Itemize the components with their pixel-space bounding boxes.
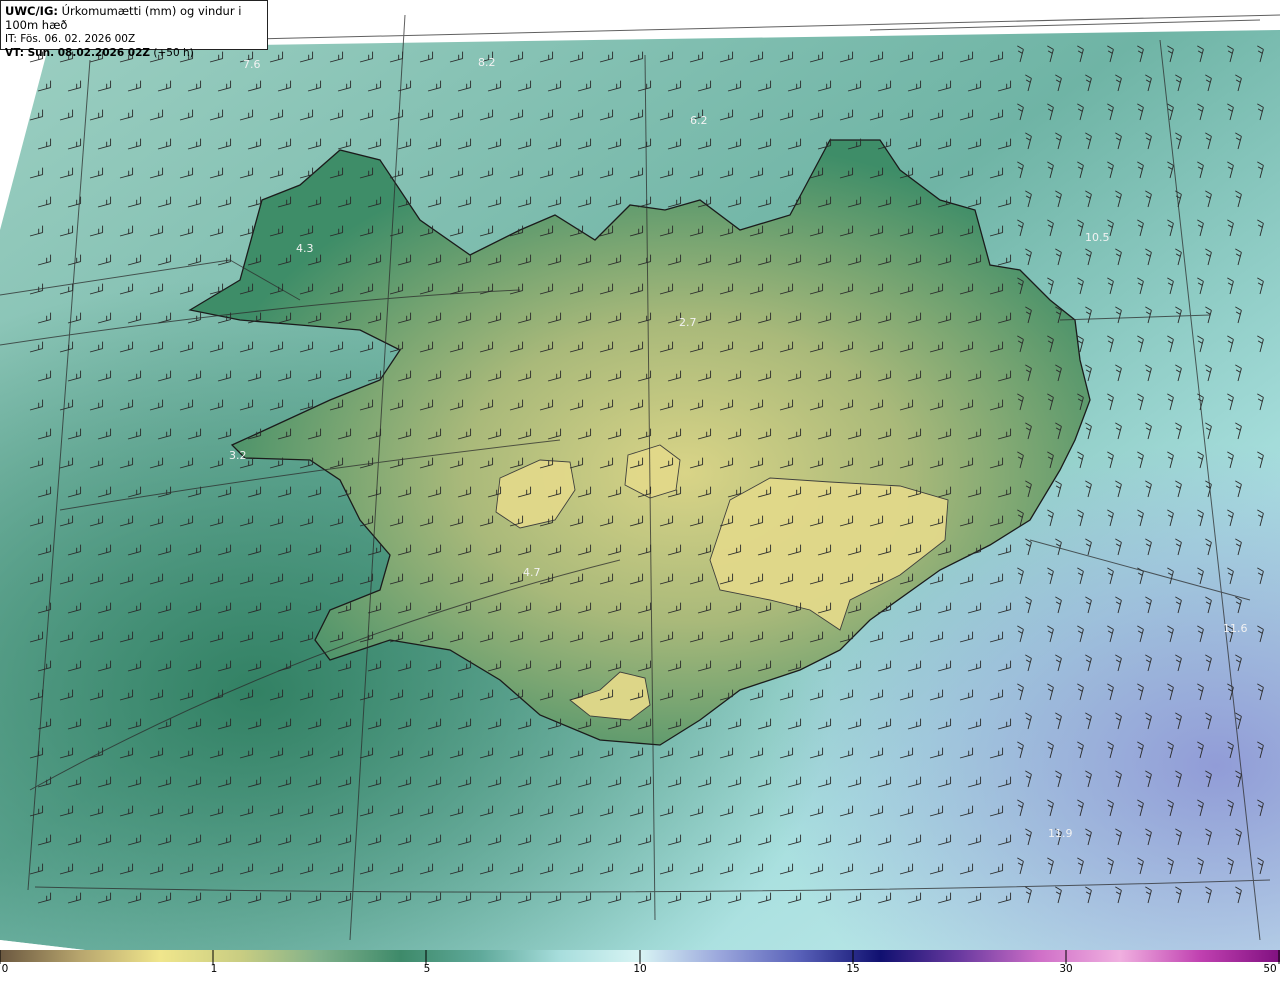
precipitable-water-map: 7.6 8.2 6.2 4.3 2.7 3.2 4.7 11.6 11.9 10… bbox=[0, 0, 1280, 950]
forecast-offset: (+50 h) bbox=[153, 47, 194, 59]
initial-time: IT: Fös. 06. 02. 2026 00Z bbox=[5, 33, 136, 45]
colorbar-label-15: 15 bbox=[846, 963, 860, 975]
map-label: 11.6 bbox=[1223, 622, 1248, 635]
map-label: 10.5 bbox=[1085, 231, 1110, 244]
map-label: 4.3 bbox=[296, 242, 314, 255]
colorbar-label-1: 1 bbox=[210, 963, 218, 975]
header-title-row: UWC/IG: Úrkomumætti (mm) og vindur i 100… bbox=[5, 4, 263, 32]
colorbar-label-5: 5 bbox=[423, 963, 431, 975]
valid-time: VT: Sun. 08.02.2026 02Z bbox=[5, 47, 151, 59]
map-label: 3.2 bbox=[229, 449, 247, 462]
valid-time-row: VT: Sun. 08.02.2026 02Z (+50 h) bbox=[5, 46, 263, 60]
colorbar-label-0: 0 bbox=[1, 963, 9, 975]
map-header: UWC/IG: Úrkomumætti (mm) og vindur i 100… bbox=[0, 0, 268, 59]
colorbar-label-30: 30 bbox=[1059, 963, 1073, 975]
map-label: 6.2 bbox=[690, 114, 708, 127]
model-name: UWC/IG: bbox=[5, 4, 58, 18]
colorbar-label-10: 10 bbox=[633, 963, 647, 975]
map-label: 11.9 bbox=[1048, 827, 1073, 840]
map-label: 8.2 bbox=[478, 56, 496, 69]
map-label: 2.7 bbox=[679, 316, 697, 329]
colorbar-label-50: 50 bbox=[1263, 963, 1277, 975]
map-label: 4.7 bbox=[523, 566, 541, 579]
